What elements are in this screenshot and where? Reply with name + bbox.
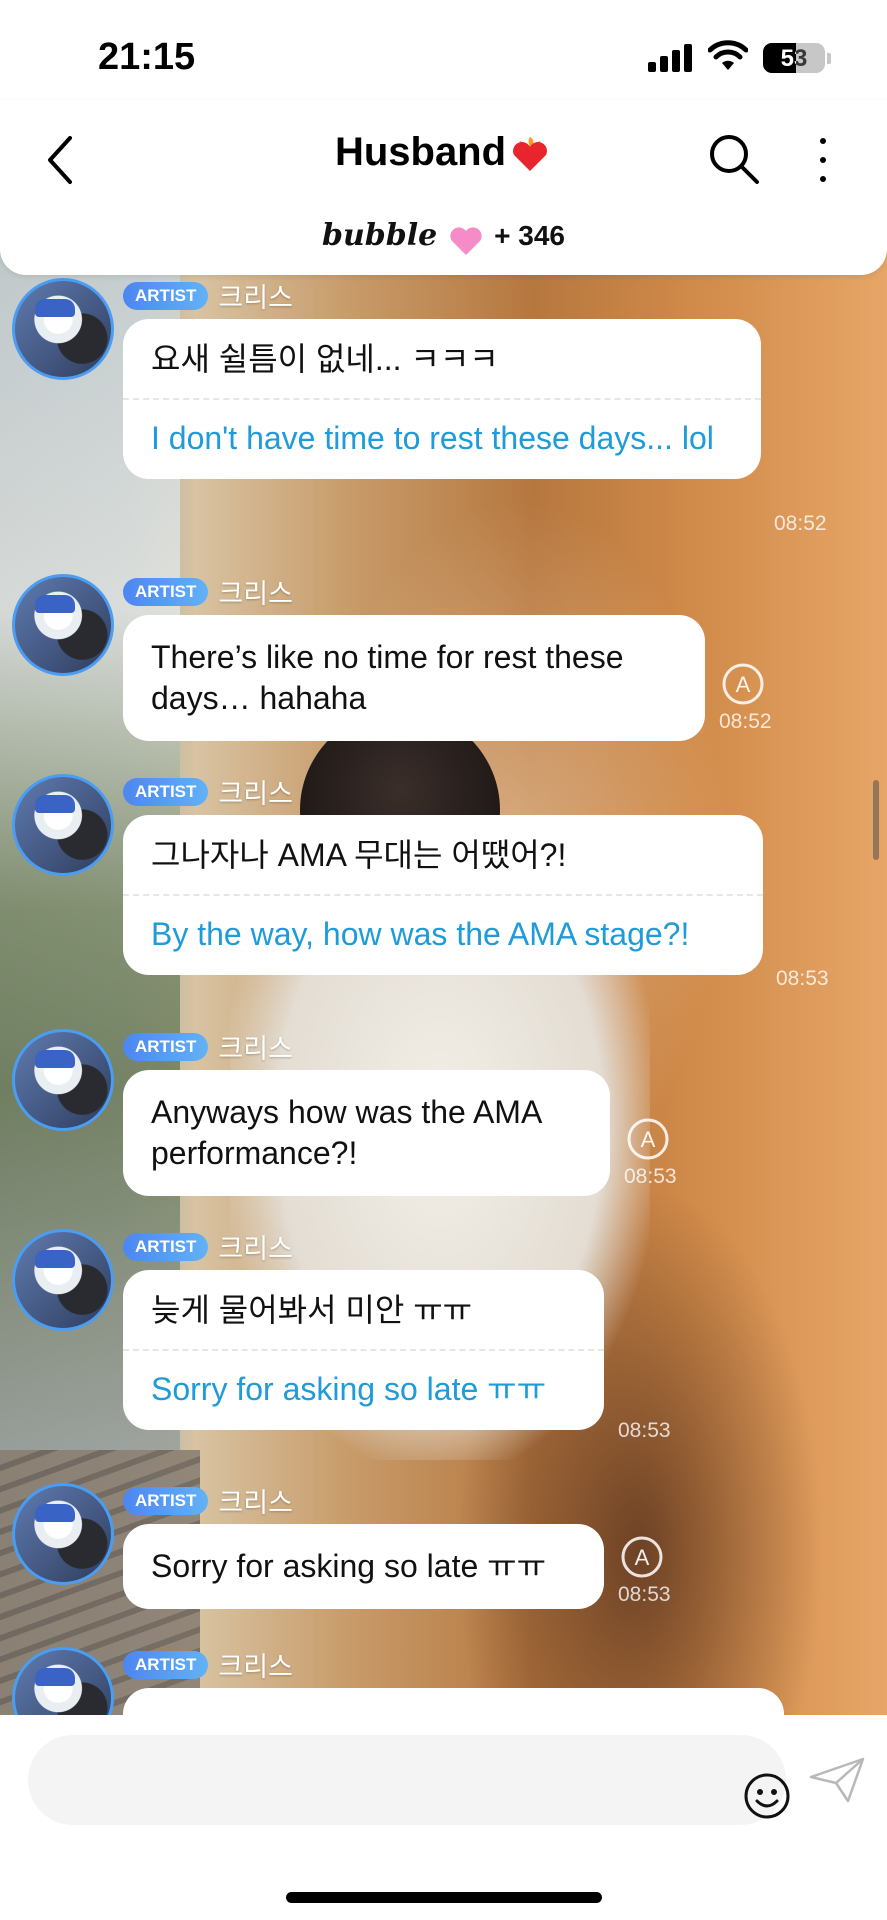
chat-screen: 21:15 53 Husband bubble + 346 ARTIST 크리스… bbox=[0, 0, 887, 1920]
sender-row: ARTIST 크리스 bbox=[123, 1645, 293, 1682]
message-time: 08:52 bbox=[719, 710, 772, 733]
heart-on-fire-emoji-icon bbox=[513, 136, 548, 171]
svg-text:A: A bbox=[736, 672, 751, 697]
artist-badge: ARTIST bbox=[123, 281, 209, 310]
pink-heart-icon bbox=[450, 227, 482, 255]
emoji-icon[interactable] bbox=[742, 1771, 792, 1821]
sender-name: 크리스 bbox=[218, 579, 293, 609]
artist-badge: ARTIST bbox=[123, 577, 209, 606]
translated-text: I don't have time to rest these days... … bbox=[151, 420, 714, 456]
chat-title: Husband bbox=[334, 130, 507, 174]
avatar[interactable] bbox=[12, 1029, 114, 1131]
sender-row: ARTIST 크리스 bbox=[123, 276, 293, 313]
message-bubble[interactable]: 늦게 물어봐서 미안 ㅠㅠ Sorry for asking so late ㅠ… bbox=[123, 1270, 604, 1430]
status-bar: 21:15 53 bbox=[0, 0, 887, 110]
chat-header: Husband bubble + 346 bbox=[0, 100, 887, 275]
message-text: There’s like no time for rest these days… bbox=[151, 639, 624, 716]
sender-name: 크리스 bbox=[218, 283, 293, 313]
translate-icon[interactable]: A bbox=[719, 660, 767, 708]
sender-name: 크리스 bbox=[218, 1488, 293, 1518]
send-icon[interactable] bbox=[808, 1755, 866, 1805]
avatar[interactable] bbox=[12, 278, 114, 380]
translate-icon[interactable]: A bbox=[618, 1533, 666, 1581]
message-bubble[interactable]: 요새 쉴틈이 없네... ㅋㅋㅋ I don't have time to re… bbox=[123, 319, 761, 479]
artist-badge: ARTIST bbox=[123, 1650, 209, 1679]
translated-text: By the way, how was the AMA stage?! bbox=[151, 916, 690, 952]
sender-row: ARTIST 크리스 bbox=[123, 1227, 293, 1264]
battery-level: 53 bbox=[780, 45, 808, 72]
bubble-logo: bubble bbox=[322, 218, 438, 253]
message-time: 08:53 bbox=[618, 1419, 671, 1442]
message-bubble[interactable]: Sorry for asking so late ㅠㅠ bbox=[123, 1524, 604, 1609]
message-bubble[interactable]: There’s like no time for rest these days… bbox=[123, 615, 705, 741]
home-indicator bbox=[286, 1892, 602, 1903]
bubble-subtitle: bubble + 346 bbox=[0, 218, 887, 257]
message-time: 08:53 bbox=[618, 1583, 671, 1606]
svg-text:A: A bbox=[641, 1127, 656, 1152]
avatar[interactable] bbox=[12, 774, 114, 876]
chat-scrollbar[interactable] bbox=[873, 780, 879, 860]
sender-row: ARTIST 크리스 bbox=[123, 572, 293, 609]
artist-badge: ARTIST bbox=[123, 1032, 209, 1061]
message-text: 요새 쉴틈이 없네... ㅋㅋㅋ bbox=[151, 341, 499, 377]
artist-badge: ARTIST bbox=[123, 1232, 209, 1261]
sender-row: ARTIST 크리스 bbox=[123, 772, 293, 809]
search-icon[interactable] bbox=[705, 130, 761, 186]
message-time: 08:53 bbox=[776, 967, 829, 990]
message-bubble[interactable]: Anyways how was the AMA performance?! bbox=[123, 1070, 610, 1196]
battery-tip bbox=[827, 53, 831, 64]
avatar[interactable] bbox=[12, 574, 114, 676]
message-input[interactable] bbox=[28, 1735, 790, 1825]
sender-row: ARTIST 크리스 bbox=[123, 1481, 293, 1518]
sender-name: 크리스 bbox=[218, 779, 293, 809]
message-text: Sorry for asking so late ㅠㅠ bbox=[151, 1548, 547, 1584]
sender-name: 크리스 bbox=[218, 1234, 293, 1264]
wifi-icon bbox=[708, 40, 748, 70]
translate-icon[interactable]: A bbox=[624, 1115, 672, 1163]
message-input-bar bbox=[0, 1715, 887, 1920]
cellular-signal-icon bbox=[648, 44, 694, 72]
sender-row: ARTIST 크리스 bbox=[123, 1027, 293, 1064]
battery-icon: 53 bbox=[763, 43, 825, 73]
avatar[interactable] bbox=[12, 1229, 114, 1331]
artist-badge: ARTIST bbox=[123, 1486, 209, 1515]
subscriber-count: + 346 bbox=[494, 220, 565, 251]
message-bubble[interactable]: 그나자나 AMA 무대는 어땠어?! By the way, how was t… bbox=[123, 815, 763, 975]
message-time: 08:53 bbox=[624, 1165, 677, 1188]
svg-text:A: A bbox=[635, 1545, 650, 1570]
sender-name: 크리스 bbox=[218, 1652, 293, 1682]
more-vertical-icon[interactable] bbox=[808, 134, 838, 186]
status-time: 21:15 bbox=[98, 36, 196, 78]
message-text: 그나자나 AMA 무대는 어땠어?! bbox=[151, 837, 567, 873]
message-text: 늦게 물어봐서 미안 ㅠㅠ bbox=[151, 1292, 473, 1328]
artist-badge: ARTIST bbox=[123, 777, 209, 806]
sender-name: 크리스 bbox=[218, 1034, 293, 1064]
message-text: Anyways how was the AMA performance?! bbox=[151, 1094, 541, 1171]
message-time: 08:52 bbox=[774, 512, 827, 535]
avatar[interactable] bbox=[12, 1483, 114, 1585]
translated-text: Sorry for asking so late ㅠㅠ bbox=[151, 1371, 547, 1407]
